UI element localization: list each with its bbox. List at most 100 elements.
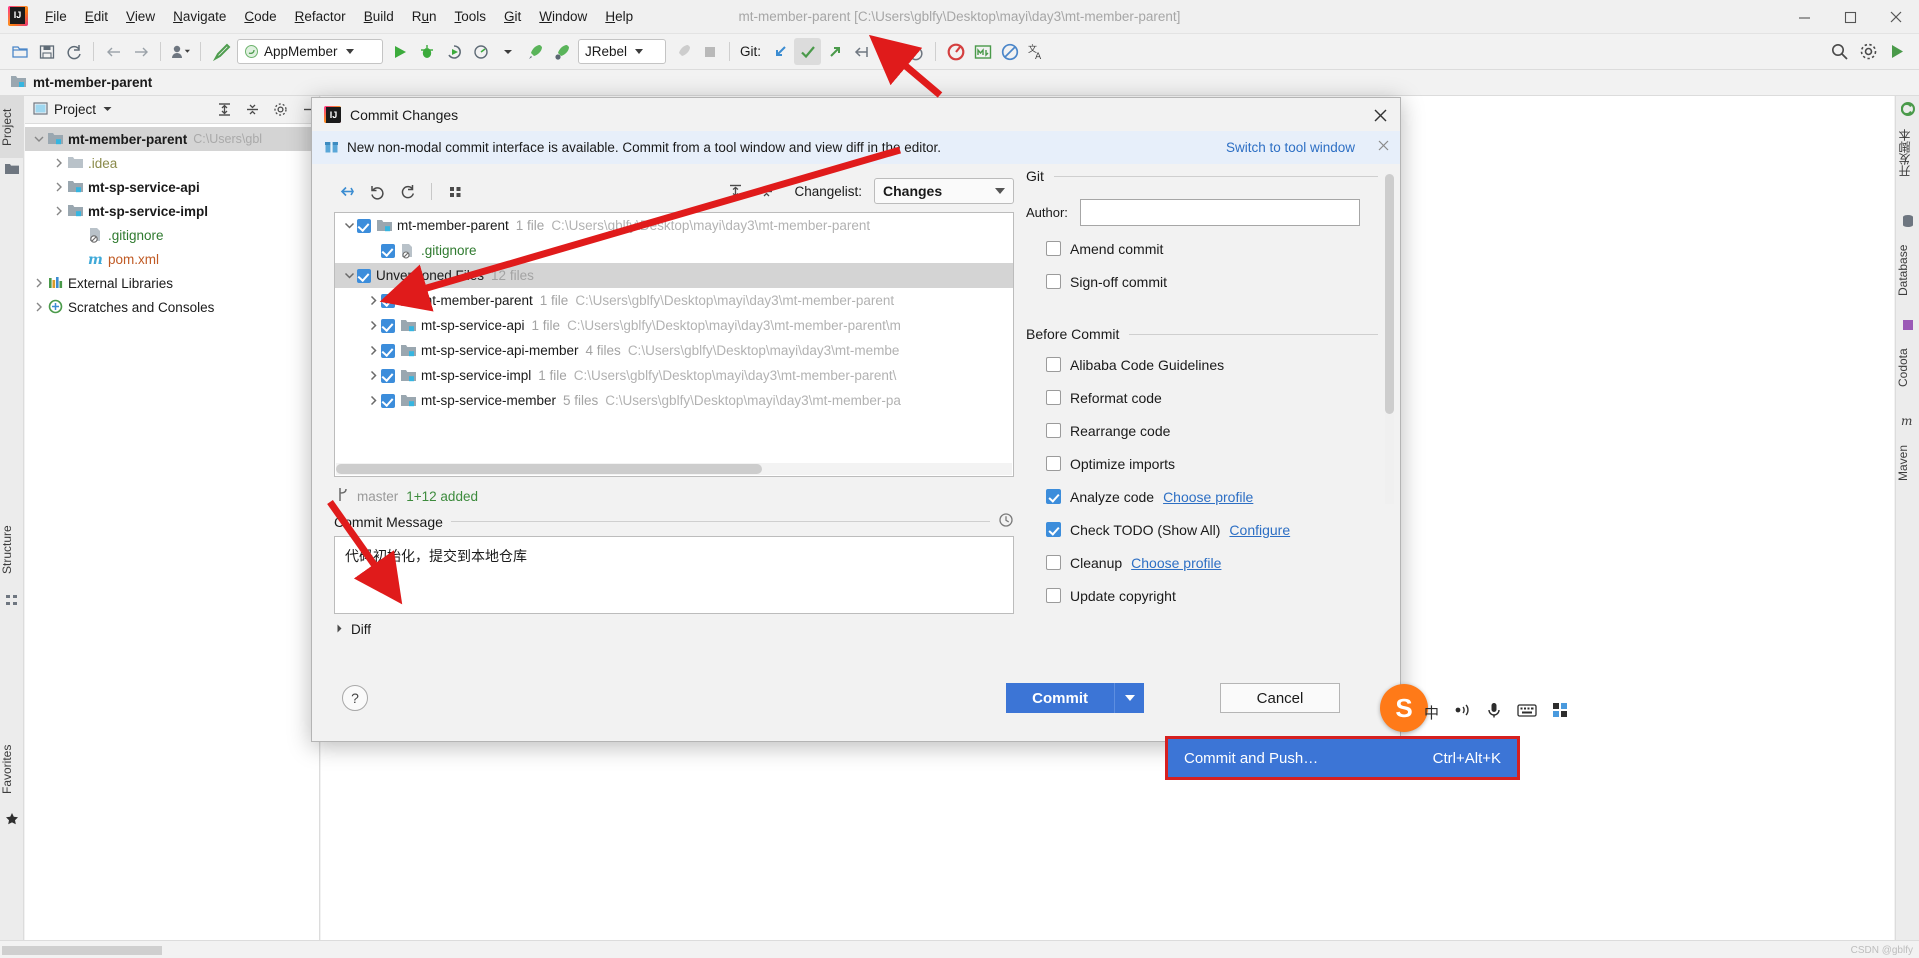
commit-icon[interactable] [794,38,822,65]
close-icon[interactable] [1368,104,1392,126]
sidebar-item-structure[interactable]: Structure [0,513,24,587]
commit-button[interactable]: Commit [1006,683,1114,713]
chevron-down-icon[interactable] [494,38,521,65]
project-tool-window[interactable]: Project mt-member-parent C:\Users\gbl .ide… [25,96,320,940]
gear-icon[interactable] [269,99,291,121]
menu-item-navigate[interactable]: Navigate [164,5,235,28]
menu-item-file[interactable]: File [36,5,76,28]
sidebar-item-project[interactable]: Project [0,96,24,158]
sidebar-item-codota[interactable]: Codota [1896,336,1919,400]
option-row[interactable]: Reformat code [1022,381,1400,414]
menu-item-commit-and-push[interactable]: Commit and Push… Ctrl+Alt+K [1168,739,1517,777]
menu-item-code[interactable]: Code [235,5,285,28]
option-link[interactable]: Choose profile [1163,489,1253,505]
option-row[interactable]: Sign-off commit [1022,265,1400,298]
run-icon[interactable] [386,38,413,65]
changes-tree-row[interactable]: mt-member-parent 1 file C:\Users\gblfy\Des… [335,213,1013,238]
chevron-right-icon[interactable] [365,318,381,334]
chevron-right-icon[interactable] [365,343,381,359]
codota-icon[interactable] [942,38,969,65]
menu-item-refactor[interactable]: Refactor [286,5,355,28]
cancel-button[interactable]: Cancel [1220,683,1340,713]
sogou-input-icon[interactable]: S [1380,684,1428,732]
save-all-icon[interactable] [33,38,60,65]
chevron-right-icon[interactable] [365,393,381,409]
user-dropdown-icon[interactable] [167,38,194,65]
tree-item[interactable]: m pom.xml [25,247,319,271]
option-row[interactable]: Update copyright [1022,579,1400,612]
changes-row-checkbox[interactable] [381,318,395,333]
changes-tree-row[interactable]: Unversioned Files 12 files [335,263,1013,288]
ime-chinese-toggle[interactable]: 中 [1424,702,1439,723]
chevron-down-icon[interactable] [995,188,1005,194]
changes-tree[interactable]: mt-member-parent 1 file C:\Users\gblfy\Des… [334,212,1014,477]
navigation-bar[interactable]: mt-member-parent [0,70,1919,96]
changes-row-checkbox[interactable] [381,293,395,308]
option-link[interactable]: Choose profile [1131,555,1221,571]
window-controls[interactable] [1781,0,1919,34]
changes-tree-horizontal-scrollbar[interactable] [336,463,1012,475]
menu-item-build[interactable]: Build [355,5,403,28]
changes-row-checkbox[interactable] [357,218,371,233]
option-row[interactable]: Alibaba Code Guidelines [1022,348,1400,381]
commit-options-panel[interactable]: Git Author: Amend commit Sign-off commit … [1022,164,1400,741]
changes-tree-row[interactable]: mt-sp-service-api 1 file C:\Users\gblfy\De… [335,313,1013,338]
non-modal-commit-banner[interactable]: New non-modal commit interface is availa… [312,131,1400,164]
history-clock-icon[interactable] [998,512,1014,531]
option-row[interactable]: Check TODO (Show All) Configure [1022,513,1400,546]
main-toolbar[interactable]: AppMember JRebel Git: 文 A [0,34,1919,70]
changes-tree-row[interactable]: mt-sp-service-member 5 files C:\Users\gblf… [335,388,1013,413]
move-to-another-changelist-icon[interactable] [334,178,361,205]
jrebel-debug-icon[interactable] [548,38,575,65]
checkbox[interactable] [1046,241,1061,256]
help-button[interactable]: ? [342,685,368,711]
sidebar-item-database[interactable]: Database [1896,232,1919,308]
ime-toolbar[interactable]: 中 [1424,690,1604,734]
run-dashboard-icon[interactable] [1884,38,1911,65]
chevron-down-icon[interactable] [345,49,354,54]
close-button[interactable] [1873,0,1919,34]
menu-item-edit[interactable]: Edit [76,5,117,28]
diff-expander[interactable]: Diff [334,622,371,637]
run-with-coverage-icon[interactable] [440,38,467,65]
breadcrumb[interactable]: mt-member-parent [33,75,152,90]
run-configuration-selector[interactable]: AppMember [237,39,383,64]
option-link[interactable]: Configure [1229,522,1290,538]
chevron-right-icon[interactable] [31,299,47,315]
build-hammer-icon[interactable] [207,38,234,65]
menu-item-window[interactable]: Window [530,5,596,28]
back-arrow-icon[interactable] [100,38,127,65]
chevron-right-icon[interactable] [51,203,67,219]
menu-item-run[interactable]: Run [403,5,446,28]
chevron-right-icon[interactable] [31,275,47,291]
dialog-body[interactable]: Changelist: Changes mt-member-parent 1 fi… [312,164,1400,741]
update-project-icon[interactable] [767,38,794,65]
tree-item[interactable]: mt-member-parent C:\Users\gbl [25,127,319,151]
profiler-icon[interactable] [467,38,494,65]
debug-icon[interactable] [413,38,440,65]
checkbox[interactable] [1046,588,1061,603]
commit-changes-dialog[interactable]: Commit Changes New non-modal commit inte… [311,97,1401,742]
author-field[interactable] [1079,198,1360,226]
changelist-selector[interactable]: Changes [874,178,1014,204]
switch-to-tool-window-link[interactable]: Switch to tool window [1226,140,1355,155]
chevron-right-icon[interactable] [365,368,381,384]
chevron-down-icon[interactable] [102,102,113,117]
menu-item-tools[interactable]: Tools [446,5,496,28]
option-row[interactable]: Amend commit [1022,232,1400,265]
commit-message-input[interactable]: 代码初始化，提交到本地仓库 [334,536,1014,614]
forward-arrow-icon[interactable] [127,38,154,65]
chevron-down-icon[interactable] [341,268,357,284]
translate-icon[interactable]: 文A [1023,38,1050,65]
push-icon[interactable] [821,38,848,65]
tree-item[interactable]: .idea [25,151,319,175]
changes-row-checkbox[interactable] [381,343,395,358]
search-everywhere-icon[interactable] [1826,38,1853,65]
tree-item[interactable]: Scratches and Consoles [25,295,319,319]
option-row[interactable]: Optimize imports [1022,447,1400,480]
changes-row-checkbox[interactable] [381,368,395,383]
dialog-footer[interactable]: ? Commit Cancel [312,671,1400,741]
option-row[interactable]: Cleanup Choose profile [1022,546,1400,579]
checkbox[interactable] [1046,489,1061,504]
chevron-right-icon[interactable] [51,155,67,171]
